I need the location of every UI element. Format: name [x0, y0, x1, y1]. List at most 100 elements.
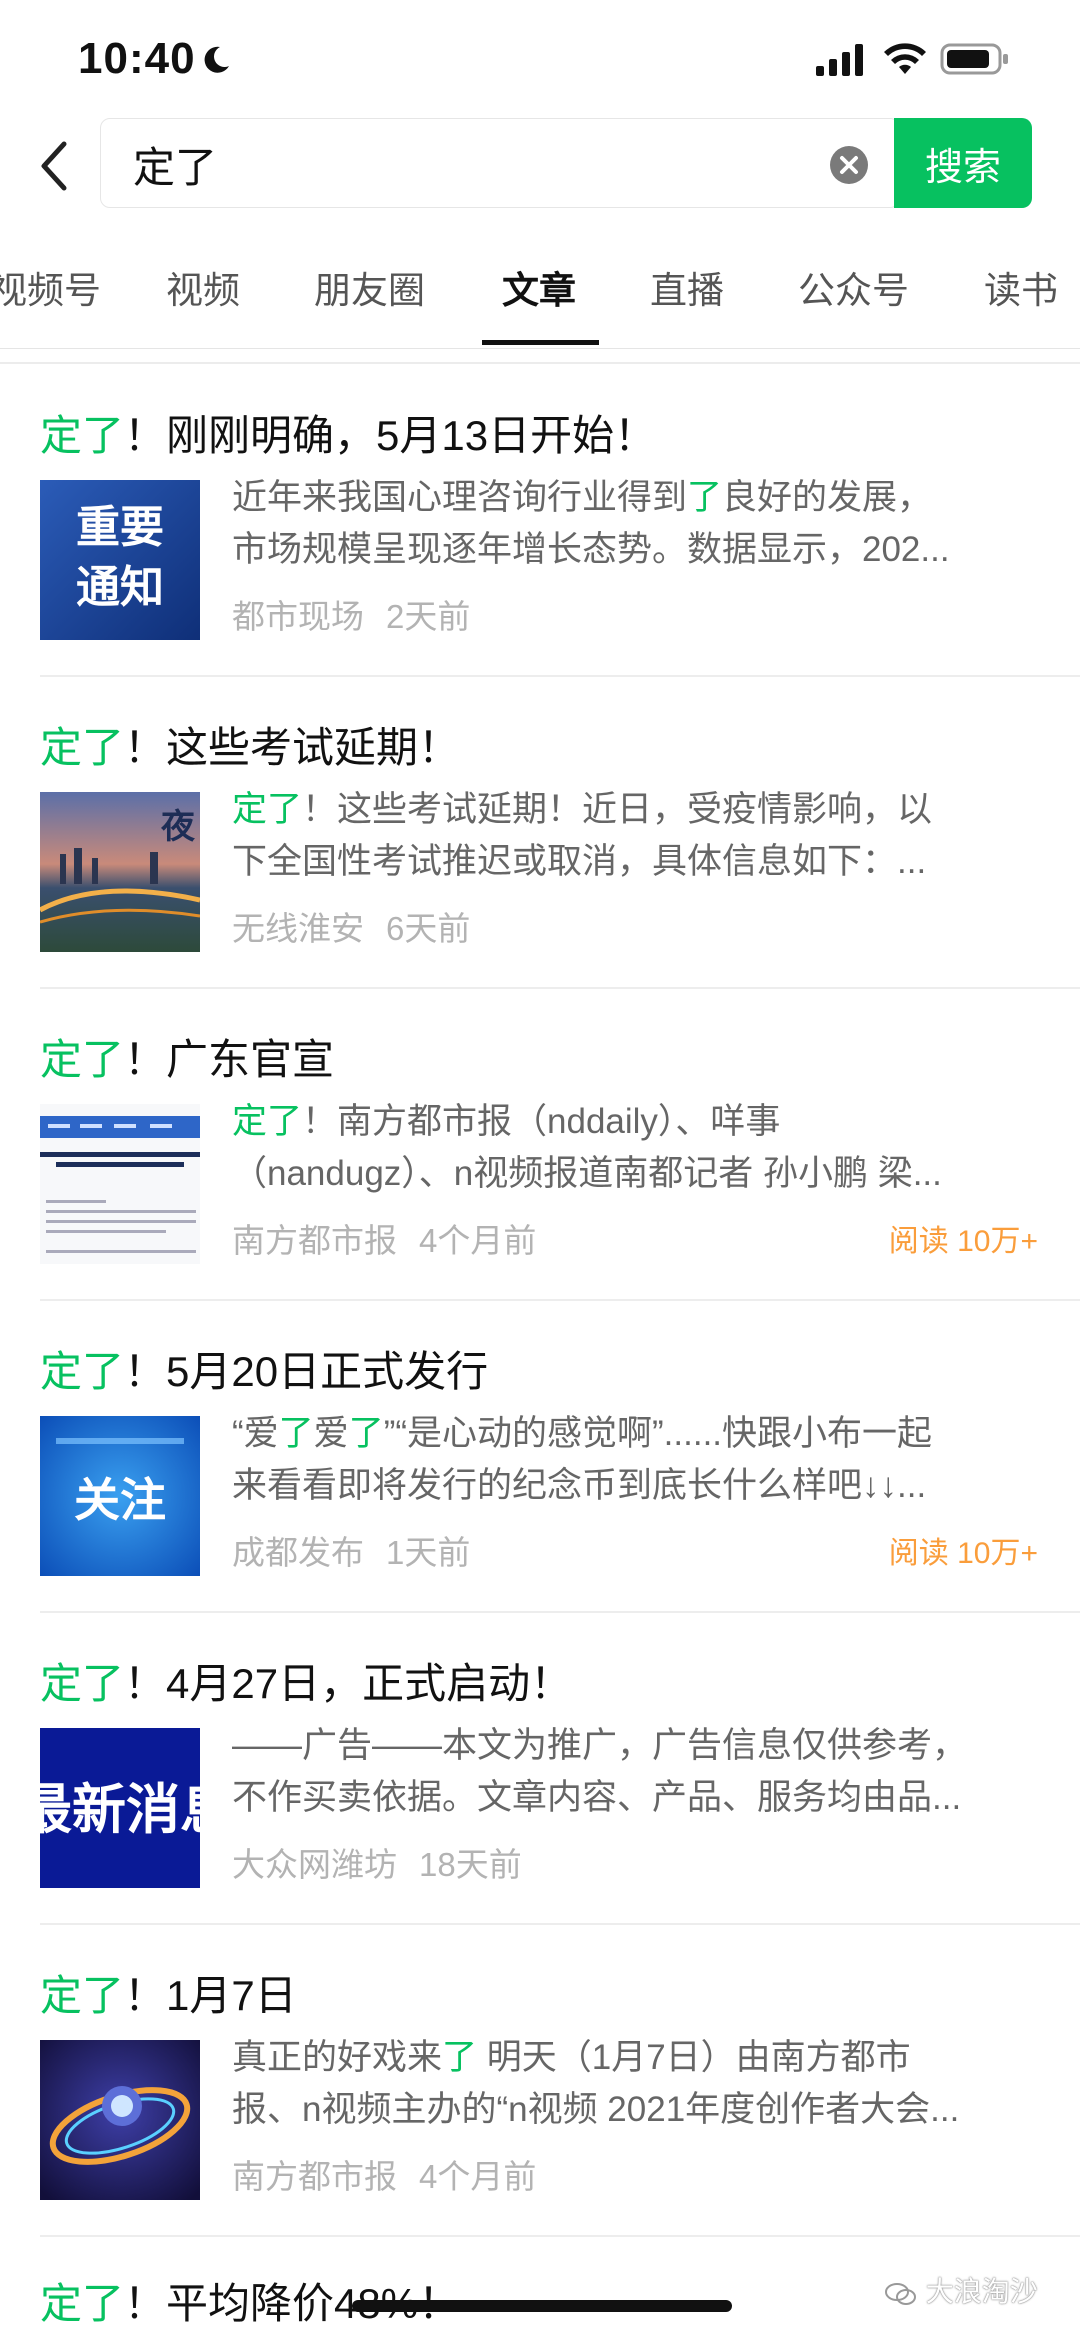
result-item[interactable]: 定了！4月27日，正式启动！ 最新消息 ——广告——本文为推广，广告信息仅供参考… — [0, 1612, 1080, 1925]
keyword-highlight: 了 — [442, 2038, 478, 2077]
result-item[interactable]: 定了！5月20日正式发行 关注 “爱了爱了”“是心动的感觉啊”......快跟小… — [0, 1300, 1080, 1613]
result-title: 定了！这些考试延期！ — [40, 714, 460, 775]
result-thumbnail — [40, 2040, 200, 2200]
result-item[interactable]: 定了！广东官宣 定了！南方都市报（nddaily）、咩事 （nandugz）、n… — [0, 988, 1080, 1301]
description-text: 明天（1月7日）由南方都市 — [477, 2038, 911, 2077]
signal-icon — [816, 44, 863, 76]
title-text: ！5月20日正式发行 — [124, 1348, 489, 1395]
result-title: 定了！广东官宣 — [40, 1026, 334, 1087]
watermark-text: 大浪淘沙 — [925, 2276, 1038, 2307]
moon-icon — [204, 46, 229, 73]
keyword-highlight: 定了 — [232, 790, 303, 829]
result-thumbnail: 重要 通知 — [40, 480, 200, 640]
result-description: 定了！南方都市报（nddaily）、咩事 （nandugz）、n视频报道南都记者… — [232, 1096, 1032, 1200]
description-text: 来看看即将发行的纪念币到底长什么样吧↓↓... — [232, 1466, 927, 1505]
result-title: 定了！4月27日，正式启动！ — [40, 1650, 572, 1711]
description-text: （nandugz）、n视频报道南都记者 孙小鹏 梁... — [232, 1154, 942, 1193]
result-time: 18天前 — [419, 1846, 522, 1883]
title-text: ！这些考试延期！ — [124, 724, 461, 771]
wifi-icon — [884, 43, 926, 74]
result-time: 4个月前 — [419, 2158, 537, 2195]
thumbnail-text: 关注 — [74, 1473, 166, 1527]
result-description: “爱了爱了”“是心动的感觉啊”......快跟小布一起 来看看即将发行的纪念币到… — [232, 1408, 1032, 1512]
result-item[interactable]: 定了！1月7日 真正的好戏来了 明天（1月7日）由南方都市 报、n视频主办的“n… — [0, 1924, 1080, 2237]
keyword-highlight: 了 — [278, 1414, 314, 1453]
result-title: 定了！1月7日 — [40, 1962, 297, 2023]
result-meta: 都市现场 2天前 — [232, 590, 470, 638]
title-keyword: 定了 — [40, 1348, 125, 1395]
result-time: 2天前 — [386, 598, 471, 635]
divider — [40, 2235, 1080, 2237]
thumbnail-text: 夜 — [160, 807, 196, 847]
description-text: ”“是心动的感觉啊”......快跟小布一起 — [383, 1414, 933, 1453]
title-keyword: 定了 — [40, 2280, 125, 2327]
search-input[interactable] — [131, 133, 815, 195]
description-text: “爱 — [232, 1414, 279, 1453]
description-text: 不作买卖依据。文章内容、产品、服务均由品... — [232, 1778, 962, 1817]
description-text: ——广告——本文为推广，广告信息仅供参考， — [232, 1726, 968, 1765]
thumbnail-text: 重要 — [76, 502, 164, 553]
result-meta: 大众网潍坊 18天前 — [232, 1838, 522, 1886]
read-count: 阅读 10万+ — [888, 1537, 1038, 1570]
result-time: 4个月前 — [419, 1222, 537, 1259]
tabs-divider — [0, 348, 1080, 349]
description-text: 近年来我国心理咨询行业得到 — [232, 478, 688, 517]
title-keyword: 定了 — [40, 1660, 125, 1707]
result-meta: 无线淮安 6天前 — [232, 902, 470, 950]
result-thumbnail — [40, 1104, 200, 1264]
result-source: 成都发布 — [232, 1534, 364, 1571]
title-keyword: 定了 — [40, 1972, 125, 2019]
tab-articles[interactable]: 文章 — [502, 260, 576, 314]
description-text: 报、n视频主办的“n视频 2021年度创作者大会... — [232, 2090, 960, 2129]
description-text: ！这些考试延期！近日，受疫情影响，以 — [302, 790, 933, 829]
keyword-highlight: 了 — [348, 1414, 384, 1453]
result-thumbnail: 关注 — [40, 1416, 200, 1576]
result-source: 南方都市报 — [232, 2158, 397, 2195]
result-description: 定了！这些考试延期！近日，受疫情影响，以 下全国性考试推迟或取消，具体信息如下：… — [232, 784, 1032, 888]
result-time: 1天前 — [386, 1534, 471, 1571]
result-meta: 成都发布 1天前 — [232, 1526, 470, 1574]
description-text: 真正的好戏来 — [232, 2038, 443, 2077]
title-text: ！刚刚明确，5月13日开始！ — [124, 412, 657, 459]
status-time: 10:40 — [78, 34, 196, 83]
result-thumbnail: 夜 — [40, 792, 200, 952]
result-item[interactable]: 定了！这些考试延期！ 夜 定了！这些考试延期！近日，受疫情影响，以 下全国性考试… — [0, 676, 1080, 989]
title-text: ！广东官宣 — [124, 1036, 335, 1083]
tab-live[interactable]: 直播 — [650, 260, 724, 314]
title-keyword: 定了 — [40, 412, 125, 459]
read-count: 阅读 10万+ — [888, 1225, 1038, 1258]
result-source: 无线淮安 — [232, 910, 364, 947]
tab-channels[interactable]: 视频号 — [0, 260, 101, 314]
status-bar: 10:40 — [0, 0, 1080, 120]
tab-official-accounts[interactable]: 公众号 — [798, 260, 909, 314]
description-text: 爱 — [313, 1414, 349, 1453]
result-source: 大众网潍坊 — [232, 1846, 397, 1883]
result-item[interactable]: 定了！刚刚明确，5月13日开始！ 重要 通知 近年来我国心理咨询行业得到了良好的… — [0, 364, 1080, 677]
battery-icon — [940, 43, 1008, 75]
tab-video[interactable]: 视频 — [166, 260, 240, 314]
clear-icon[interactable] — [829, 145, 869, 185]
category-tabs: 视频号 视频 朋友圈 文章 直播 公众号 读书 — [0, 240, 1080, 348]
description-text: 市场规模呈现逐年增长态势。数据显示，202... — [232, 530, 950, 569]
description-text: 下全国性考试推迟或取消，具体信息如下：... — [232, 842, 927, 881]
home-indicator[interactable] — [352, 2300, 732, 2312]
description-text: 良好的发展， — [722, 478, 933, 517]
result-title: 定了！刚刚明确，5月13日开始！ — [40, 402, 656, 463]
result-meta: 南方都市报 4个月前 — [232, 1214, 536, 1262]
thumbnail-text: 最新消息 — [40, 1778, 200, 1841]
back-icon[interactable] — [36, 138, 72, 194]
result-description: 真正的好戏来了 明天（1月7日）由南方都市 报、n视频主办的“n视频 2021年… — [232, 2032, 1032, 2136]
tab-moments[interactable]: 朋友圈 — [314, 260, 425, 314]
title-keyword: 定了 — [40, 724, 125, 771]
keyword-highlight: 定了 — [232, 1102, 303, 1141]
search-box[interactable] — [100, 118, 900, 208]
tab-reading[interactable]: 读书 — [984, 260, 1058, 314]
thumbnail-text: 通知 — [76, 562, 164, 613]
keyword-highlight: 了 — [687, 478, 723, 517]
watermark: 大浪淘沙 — [884, 2270, 1038, 2310]
result-meta: 南方都市报 4个月前 — [232, 2150, 536, 2198]
search-button[interactable]: 搜索 — [894, 118, 1032, 208]
description-text: ！南方都市报（nddaily）、咩事 — [302, 1102, 781, 1141]
active-tab-indicator — [482, 340, 599, 345]
result-title: 定了！5月20日正式发行 — [40, 1338, 488, 1399]
